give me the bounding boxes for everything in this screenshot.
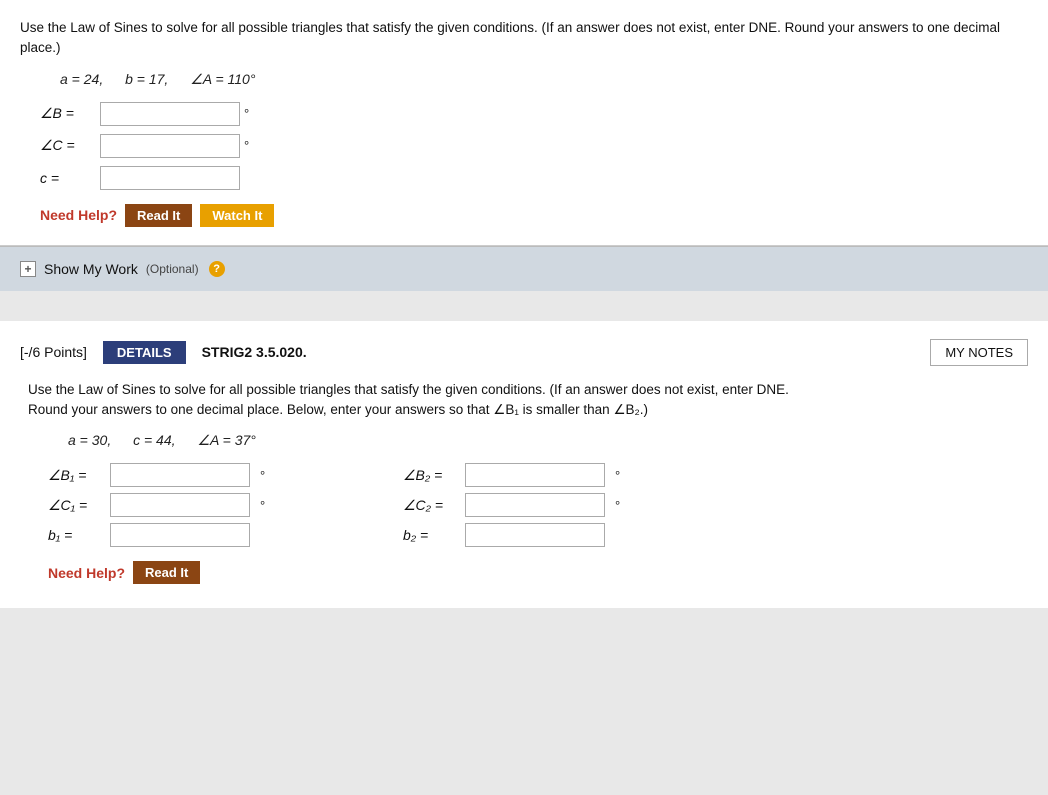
- need-help-label: Need Help?: [40, 207, 117, 223]
- show-my-work-button[interactable]: + Show My Work (Optional) ?: [20, 261, 225, 277]
- problem1-section: Use the Law of Sines to solve for all po…: [0, 0, 1048, 246]
- b1-input[interactable]: [110, 523, 250, 547]
- angleB1-row: ∠B₁ = °: [48, 463, 373, 487]
- angleC2-row: ∠C₂ = °: [403, 493, 728, 517]
- b2-row: b₂ =: [403, 523, 728, 547]
- given-angleA: ∠A = 110°: [190, 71, 255, 87]
- problem1-instructions: Use the Law of Sines to solve for all po…: [20, 18, 1028, 59]
- b2-label: b₂ =: [403, 527, 459, 543]
- problem2-instructions-line2: Round your answers to one decimal place.…: [28, 402, 648, 417]
- angleB1-input[interactable]: [110, 463, 250, 487]
- given2-angleA: ∠A = 37°: [197, 432, 256, 448]
- angleC2-label: ∠C₂ =: [403, 497, 459, 514]
- b2-input[interactable]: [465, 523, 605, 547]
- angleC1-degree: °: [260, 498, 265, 513]
- c-row: c =: [40, 166, 1028, 190]
- need-help-row: Need Help? Read It Watch It: [40, 204, 1028, 227]
- angleC1-input[interactable]: [110, 493, 250, 517]
- c-input[interactable]: [100, 166, 240, 190]
- angleB2-degree: °: [615, 468, 620, 483]
- angleB1-label: ∠B₁ =: [48, 467, 104, 484]
- need-help-label-2: Need Help?: [48, 565, 125, 581]
- angleB2-label: ∠B₂ =: [403, 467, 459, 484]
- angleC1-row: ∠C₁ = °: [48, 493, 373, 517]
- b1-row: b₁ =: [48, 523, 373, 547]
- angleC2-input[interactable]: [465, 493, 605, 517]
- need-help-row-2: Need Help? Read It: [48, 561, 1028, 584]
- problem1-given: a = 24, b = 17, ∠A = 110°: [60, 71, 1028, 88]
- details-button[interactable]: DETAILS: [103, 341, 186, 364]
- show-my-work-optional: (Optional): [146, 262, 199, 276]
- my-notes-button[interactable]: MY NOTES: [930, 339, 1028, 366]
- show-my-work-label: Show My Work: [44, 261, 138, 277]
- angleB-label: ∠B =: [40, 105, 100, 122]
- problem-code: STRIG2 3.5.020.: [202, 344, 915, 360]
- angleB-row: ∠B = °: [40, 102, 1028, 126]
- angleC-row: ∠C = °: [40, 134, 1028, 158]
- angleC1-label: ∠C₁ =: [48, 497, 104, 514]
- angleB2-row: ∠B₂ = °: [403, 463, 728, 487]
- c-label: c =: [40, 170, 100, 186]
- given2-a: a = 30,: [68, 432, 111, 448]
- angleC-degree: °: [244, 138, 249, 153]
- angleC2-degree: °: [615, 498, 620, 513]
- problem2-section: [-/6 Points] DETAILS STRIG2 3.5.020. MY …: [0, 321, 1048, 609]
- read-it-button[interactable]: Read It: [125, 204, 192, 227]
- given-a: a = 24,: [60, 71, 103, 87]
- given-b: b = 17,: [125, 71, 168, 87]
- problem2-input-grid: ∠B₁ = ° ∠B₂ = ° ∠C₁ = ° ∠C₂ = °: [48, 463, 728, 547]
- angleC-label: ∠C =: [40, 137, 100, 154]
- problem2-given: a = 30, c = 44, ∠A = 37°: [68, 432, 1028, 449]
- question-icon: ?: [209, 261, 225, 277]
- problem2-instructions-line1: Use the Law of Sines to solve for all po…: [28, 382, 789, 397]
- problem2-instructions: Use the Law of Sines to solve for all po…: [20, 380, 1028, 421]
- problem2-header: [-/6 Points] DETAILS STRIG2 3.5.020. MY …: [20, 339, 1028, 366]
- watch-it-button[interactable]: Watch It: [200, 204, 274, 227]
- angleB-degree: °: [244, 106, 249, 121]
- b1-label: b₁ =: [48, 527, 104, 543]
- gap-section: [0, 291, 1048, 321]
- angleB-input[interactable]: [100, 102, 240, 126]
- angleC-input[interactable]: [100, 134, 240, 158]
- points-label: [-/6 Points]: [20, 344, 87, 360]
- read-it-button-2[interactable]: Read It: [133, 561, 200, 584]
- show-my-work-section: + Show My Work (Optional) ?: [0, 246, 1048, 291]
- plus-icon: +: [20, 261, 36, 277]
- angleB1-degree: °: [260, 468, 265, 483]
- given2-c: c = 44,: [133, 432, 175, 448]
- angleB2-input[interactable]: [465, 463, 605, 487]
